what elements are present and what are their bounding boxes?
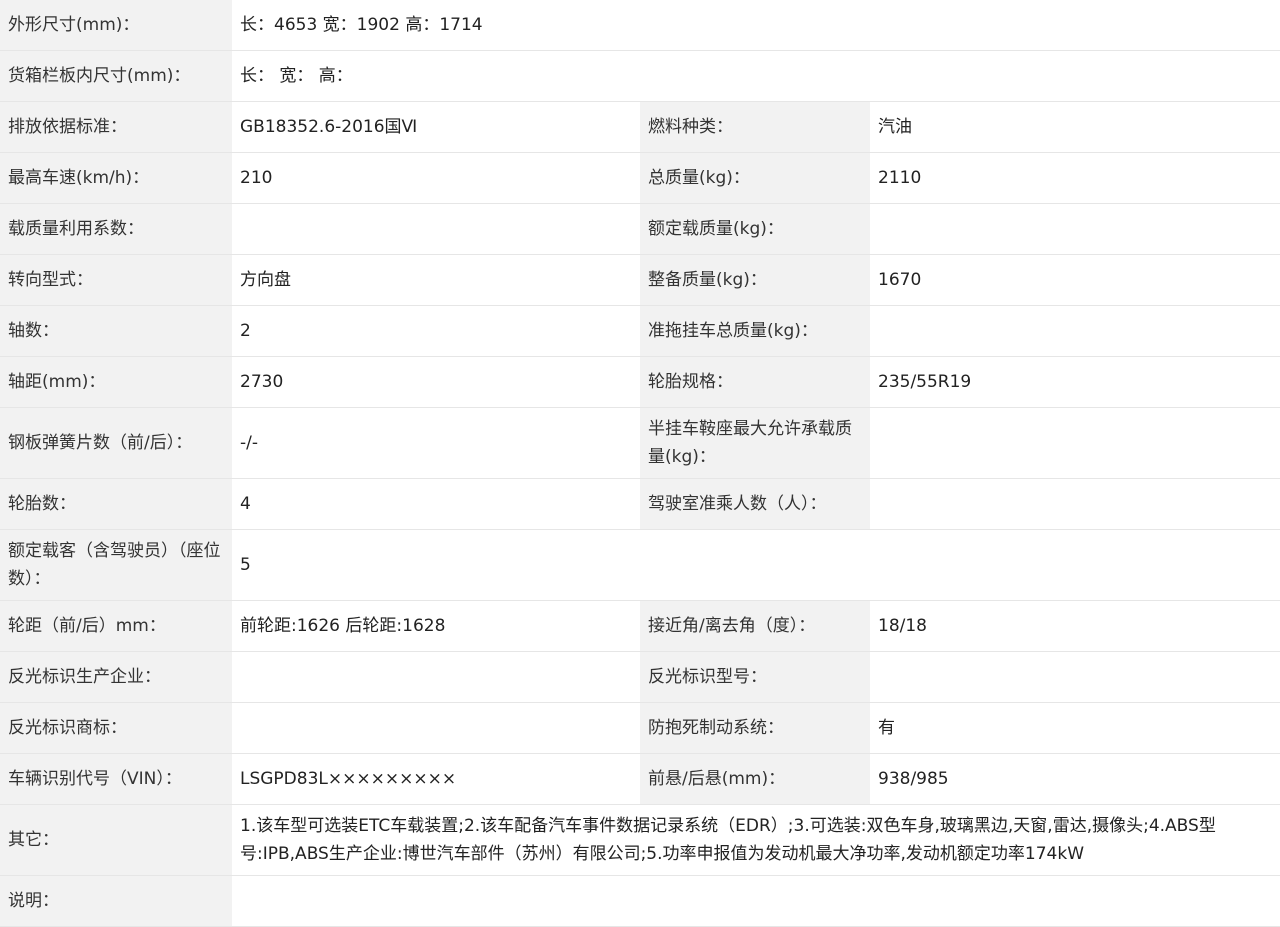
- row-reflector-brand-abs: 反光标识商标： 防抱死制动系统： 有: [0, 702, 1280, 754]
- value-reflector-model: [870, 651, 1280, 703]
- row-axles-towing: 轴数： 2 准拖挂车总质量(kg)：: [0, 305, 1280, 357]
- row-dimensions: 外形尺寸(mm)： 长：4653 宽：1902 高：1714: [0, 0, 1280, 51]
- value-tire-spec: 235/55R19: [870, 356, 1280, 408]
- label-reflector-brand: 反光标识商标：: [0, 702, 232, 754]
- label-other: 其它：: [0, 804, 232, 876]
- value-steering-type: 方向盘: [232, 254, 640, 306]
- value-vin: LSGPD83L×××××××××: [232, 753, 640, 805]
- value-curb-mass: 1670: [870, 254, 1280, 306]
- label-reflector-maker: 反光标识生产企业：: [0, 651, 232, 703]
- label-cargo-box-dimensions: 货箱栏板内尺寸(mm)：: [0, 50, 232, 102]
- label-emission-standard: 排放依据标准：: [0, 101, 232, 153]
- value-reflector-brand: [232, 702, 640, 754]
- value-total-mass: 2110: [870, 152, 1280, 204]
- label-dimensions: 外形尺寸(mm)：: [0, 0, 232, 51]
- value-emission-standard: GB18352.6-2016国Ⅵ: [232, 101, 640, 153]
- value-cargo-box-dimensions: 长： 宽： 高：: [232, 50, 1280, 102]
- row-reflector-maker: 反光标识生产企业： 反光标识型号：: [0, 651, 1280, 703]
- label-abs: 防抱死制动系统：: [640, 702, 870, 754]
- value-seating: 5: [232, 529, 1280, 601]
- value-towing-mass: [870, 305, 1280, 357]
- label-reflector-model: 反光标识型号：: [640, 651, 870, 703]
- value-cab-capacity: [870, 478, 1280, 530]
- row-load-factor: 载质量利用系数： 额定载质量(kg)：: [0, 203, 1280, 255]
- value-overhang: 938/985: [870, 753, 1280, 805]
- value-notes: [232, 875, 1280, 927]
- label-rated-load: 额定载质量(kg)：: [640, 203, 870, 255]
- label-steering-type: 转向型式：: [0, 254, 232, 306]
- row-other: 其它： 1.该车型可选装ETC车载装置;2.该车配备汽车事件数据记录系统（EDR…: [0, 804, 1280, 876]
- label-total-mass: 总质量(kg)：: [640, 152, 870, 204]
- value-leaf-spring: -/-: [232, 407, 640, 479]
- value-tire-count: 4: [232, 478, 640, 530]
- label-tire-count: 轮胎数：: [0, 478, 232, 530]
- label-cab-capacity: 驾驶室准乘人数（人）：: [640, 478, 870, 530]
- label-seating: 额定载客（含驾驶员）（座位数）：: [0, 529, 232, 601]
- label-notes: 说明：: [0, 875, 232, 927]
- label-load-utilization: 载质量利用系数：: [0, 203, 232, 255]
- row-seating: 额定载客（含驾驶员）（座位数）： 5: [0, 529, 1280, 601]
- value-abs: 有: [870, 702, 1280, 754]
- row-vin-overhang: 车辆识别代号（VIN）： LSGPD83L××××××××× 前悬/后悬(mm)…: [0, 753, 1280, 805]
- label-max-speed: 最高车速(km/h)：: [0, 152, 232, 204]
- label-leaf-spring: 钢板弹簧片数（前/后）：: [0, 407, 232, 479]
- row-track-angles: 轮距（前/后）mm： 前轮距:1626 后轮距:1628 接近角/离去角（度）：…: [0, 600, 1280, 652]
- row-wheelbase-tire: 轴距(mm)： 2730 轮胎规格： 235/55R19: [0, 356, 1280, 408]
- value-dimensions: 长：4653 宽：1902 高：1714: [232, 0, 1280, 51]
- value-track: 前轮距:1626 后轮距:1628: [232, 600, 640, 652]
- row-leaf-spring-saddle: 钢板弹簧片数（前/后）： -/- 半挂车鞍座最大允许承载质量(kg)：: [0, 407, 1280, 479]
- row-speed-mass: 最高车速(km/h)： 210 总质量(kg)： 2110: [0, 152, 1280, 204]
- label-curb-mass: 整备质量(kg)：: [640, 254, 870, 306]
- value-other: 1.该车型可选装ETC车载装置;2.该车配备汽车事件数据记录系统（EDR）;3.…: [232, 804, 1280, 876]
- value-axle-count: 2: [232, 305, 640, 357]
- vehicle-spec-table: 外形尺寸(mm)： 长：4653 宽：1902 高：1714 货箱栏板内尺寸(m…: [0, 0, 1280, 927]
- label-vin: 车辆识别代号（VIN）：: [0, 753, 232, 805]
- label-saddle-load: 半挂车鞍座最大允许承载质量(kg)：: [640, 407, 870, 479]
- value-rated-load: [870, 203, 1280, 255]
- value-fuel-type: 汽油: [870, 101, 1280, 153]
- label-axle-count: 轴数：: [0, 305, 232, 357]
- label-overhang: 前悬/后悬(mm)：: [640, 753, 870, 805]
- row-emission-fuel: 排放依据标准： GB18352.6-2016国Ⅵ 燃料种类： 汽油: [0, 101, 1280, 153]
- value-max-speed: 210: [232, 152, 640, 204]
- label-fuel-type: 燃料种类：: [640, 101, 870, 153]
- label-approach-departure: 接近角/离去角（度）：: [640, 600, 870, 652]
- label-wheelbase: 轴距(mm)：: [0, 356, 232, 408]
- row-cargo-box-dimensions: 货箱栏板内尺寸(mm)： 长： 宽： 高：: [0, 50, 1280, 102]
- row-notes: 说明：: [0, 875, 1280, 927]
- label-tire-spec: 轮胎规格：: [640, 356, 870, 408]
- label-towing-mass: 准拖挂车总质量(kg)：: [640, 305, 870, 357]
- row-tires-cab: 轮胎数： 4 驾驶室准乘人数（人）：: [0, 478, 1280, 530]
- value-reflector-maker: [232, 651, 640, 703]
- label-track: 轮距（前/后）mm：: [0, 600, 232, 652]
- value-load-utilization: [232, 203, 640, 255]
- value-approach-departure: 18/18: [870, 600, 1280, 652]
- row-steering-curb: 转向型式： 方向盘 整备质量(kg)： 1670: [0, 254, 1280, 306]
- value-saddle-load: [870, 407, 1280, 479]
- value-wheelbase: 2730: [232, 356, 640, 408]
